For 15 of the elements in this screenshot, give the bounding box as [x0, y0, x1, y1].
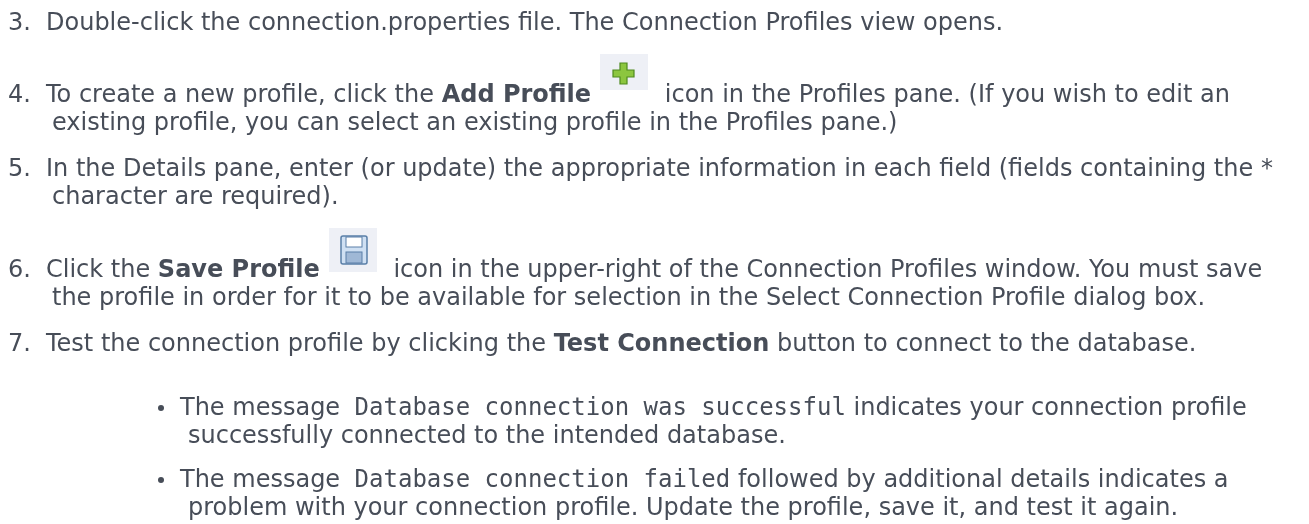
instruction-text: Test the connection profile by clicking the Test Connection button to connect to the database. — [46, 329, 1198, 357]
add-icon — [600, 54, 649, 90]
step-number: 6. — [8, 255, 32, 283]
instruction-text: Double-click the connection.properties file. The Connection Profiles view opens. — [46, 8, 1005, 36]
bullet-text: The message Database connection was successful indicates your connection profile successfully connected to the intended database. — [180, 393, 1248, 449]
bullet-icon — [158, 405, 164, 411]
step-number: 7. — [8, 329, 32, 357]
step-number: 5. — [8, 154, 32, 182]
instruction-text: In the Details pane, enter (or update) the appropriate information in each field (fields containing the * character are required). — [46, 154, 1274, 210]
bullet-icon — [158, 477, 164, 483]
instruction-text: To create a new profile, click the Add Profile icon in the Profiles pane. (If you wish to edit an existing profile, you can select an existing profile in the Profiles pane.) — [46, 54, 1309, 136]
bullet-text: The message Database connection failed followed by additional details indicates a problem with your connection profile. Update the profile, save it, and test it again. — [180, 465, 1230, 521]
step-number: 4. — [8, 80, 32, 108]
instruction-text: Click the Save Profile icon in the upper-right of the Connection Profiles window. You must save the profile in order for it to be available for selection in the Select Connection Profile dialog box. — [46, 228, 1309, 311]
step-number: 3. — [8, 8, 32, 36]
